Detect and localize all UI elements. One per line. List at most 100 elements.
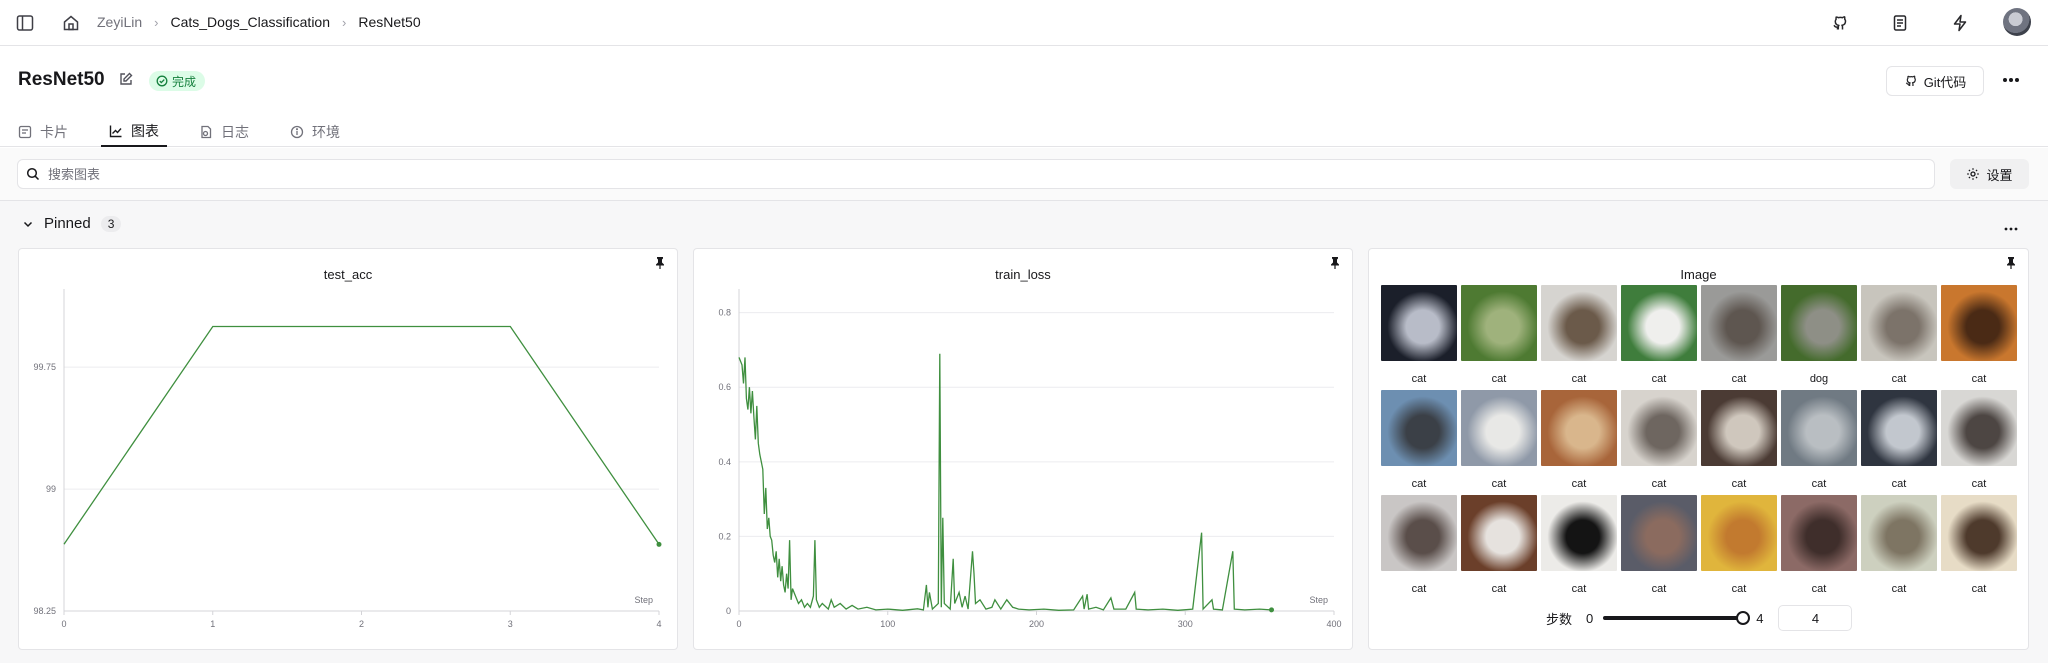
step-max: 4 (1756, 610, 1764, 626)
step-slider[interactable] (1603, 611, 1751, 625)
breadcrumb-user[interactable]: ZeyiLin (97, 14, 142, 30)
thumbnail-label: cat (1971, 583, 1987, 595)
sidebar-toggle-icon[interactable] (13, 11, 37, 35)
image-thumbnail[interactable]: cat (1621, 495, 1697, 600)
thumbnail-label: cat (1811, 478, 1827, 490)
thumbnail-image[interactable] (1381, 285, 1457, 361)
thumbnail-label: cat (1891, 478, 1907, 490)
y-tick-label: 0.8 (718, 308, 731, 318)
thumbnail-image[interactable] (1781, 285, 1857, 361)
chart-toolbar: 设置 (0, 148, 2048, 201)
edit-icon[interactable] (118, 71, 134, 92)
docs-icon[interactable] (1888, 11, 1912, 35)
breadcrumb-experiment[interactable]: ResNet50 (358, 14, 420, 30)
image-thumbnail[interactable]: cat (1941, 390, 2017, 495)
chevron-right-icon: › (342, 14, 347, 30)
test-acc-chart: 99.75 99 98.25 0 1 2 3 4 Step (33, 289, 662, 629)
image-thumbnail[interactable]: cat (1381, 285, 1457, 390)
thumbnail-image[interactable] (1541, 285, 1617, 361)
thumbnail-image[interactable] (1941, 390, 2017, 466)
more-options-icon[interactable] (2000, 70, 2022, 90)
thumbnail-label: dog (1809, 373, 1829, 385)
status-text: 完成 (172, 74, 197, 89)
image-thumbnail[interactable]: cat (1861, 285, 1937, 390)
image-thumbnail[interactable]: cat (1381, 495, 1457, 600)
image-thumbnail[interactable]: cat (1701, 285, 1777, 390)
thumbnail-image[interactable] (1381, 495, 1457, 571)
thumbnail-image[interactable] (1701, 285, 1777, 361)
tab-label: 环境 (312, 123, 340, 140)
image-thumbnail[interactable]: cat (1781, 495, 1857, 600)
search-input[interactable] (48, 166, 1848, 182)
image-thumbnail[interactable]: cat (1701, 495, 1777, 600)
slider-handle[interactable] (1736, 611, 1751, 625)
thumbnail-label: cat (1411, 583, 1427, 595)
thumbnail-image[interactable] (1461, 390, 1537, 466)
thumbnail-image[interactable] (1701, 390, 1777, 466)
image-thumbnail[interactable]: cat (1781, 390, 1857, 495)
thumbnail-image[interactable] (1621, 390, 1697, 466)
image-thumbnail[interactable]: cat (1621, 390, 1697, 495)
breadcrumb-project[interactable]: Cats_Dogs_Classification (170, 14, 330, 30)
section-count: 3 (100, 215, 122, 232)
thumbnail-image[interactable] (1941, 495, 2017, 571)
image-thumbnail[interactable]: cat (1941, 285, 2017, 390)
tab-label: 图表 (131, 122, 159, 139)
pin-icon[interactable] (2006, 256, 2016, 274)
tab-environment[interactable]: 环境 (290, 116, 340, 147)
y-tick-label: 98.25 (33, 606, 56, 616)
x-axis-label: Step (1309, 595, 1328, 605)
settings-button[interactable]: 设置 (1950, 159, 2029, 189)
thumbnail-image[interactable] (1861, 495, 1937, 571)
thumbnail-image[interactable] (1941, 285, 2017, 361)
image-thumbnail[interactable]: cat (1461, 390, 1537, 495)
image-thumbnail[interactable]: cat (1461, 495, 1537, 600)
pinned-section-header[interactable]: Pinned 3 (22, 215, 122, 232)
thumbnail-image[interactable] (1621, 495, 1697, 571)
image-thumbnail[interactable]: cat (1381, 390, 1457, 495)
step-label: 步数 (1546, 611, 1573, 627)
tab-logs[interactable]: 日志 (199, 116, 249, 147)
thumbnail-label: cat (1731, 373, 1747, 385)
thumbnail-label: cat (1651, 583, 1667, 595)
image-thumbnail[interactable]: cat (1861, 390, 1937, 495)
image-thumbnail[interactable]: cat (1861, 495, 1937, 600)
thumbnail-image[interactable] (1781, 390, 1857, 466)
thumbnail-image[interactable] (1381, 390, 1457, 466)
image-thumbnail[interactable]: cat (1541, 495, 1617, 600)
thumbnail-image[interactable] (1621, 285, 1697, 361)
image-thumbnail[interactable]: cat (1621, 285, 1697, 390)
tab-cards[interactable]: 卡片 (18, 116, 68, 147)
thumbnail-label: cat (1971, 478, 1987, 490)
thumbnail-label: cat (1571, 478, 1587, 490)
thumbnail-image[interactable] (1701, 495, 1777, 571)
image-thumbnail[interactable]: cat (1461, 285, 1537, 390)
y-tick-label: 0.2 (718, 531, 731, 541)
git-code-button[interactable]: Git代码 (1886, 66, 1984, 96)
image-thumbnail[interactable]: cat (1941, 495, 2017, 600)
thumbnail-image[interactable] (1461, 285, 1537, 361)
thumbnail-image[interactable] (1541, 390, 1617, 466)
user-avatar[interactable] (2003, 8, 2031, 36)
image-thumbnail[interactable]: dog (1781, 285, 1857, 390)
x-axis-label: Step (634, 595, 653, 605)
tab-charts[interactable]: 图表 (101, 116, 167, 147)
image-thumbnail[interactable]: cat (1701, 390, 1777, 495)
thumbnail-image[interactable] (1461, 495, 1537, 571)
github-icon[interactable] (1828, 11, 1852, 35)
image-thumbnail[interactable]: cat (1541, 285, 1617, 390)
x-tick-label: 1 (210, 619, 215, 629)
image-thumbnail[interactable]: cat (1541, 390, 1617, 495)
step-input[interactable]: 4 (1778, 605, 1853, 631)
log-icon (201, 125, 212, 138)
thumbnail-image[interactable] (1861, 285, 1937, 361)
section-more-icon[interactable] (2004, 218, 2018, 236)
thumbnail-image[interactable] (1861, 390, 1937, 466)
card-icon (18, 125, 32, 138)
thumbnail-label: cat (1491, 478, 1507, 490)
home-icon[interactable] (59, 11, 83, 35)
lightning-icon[interactable] (1948, 11, 1972, 35)
thumbnail-image[interactable] (1781, 495, 1857, 571)
x-tick-label: 200 (1029, 619, 1044, 629)
thumbnail-image[interactable] (1541, 495, 1617, 571)
